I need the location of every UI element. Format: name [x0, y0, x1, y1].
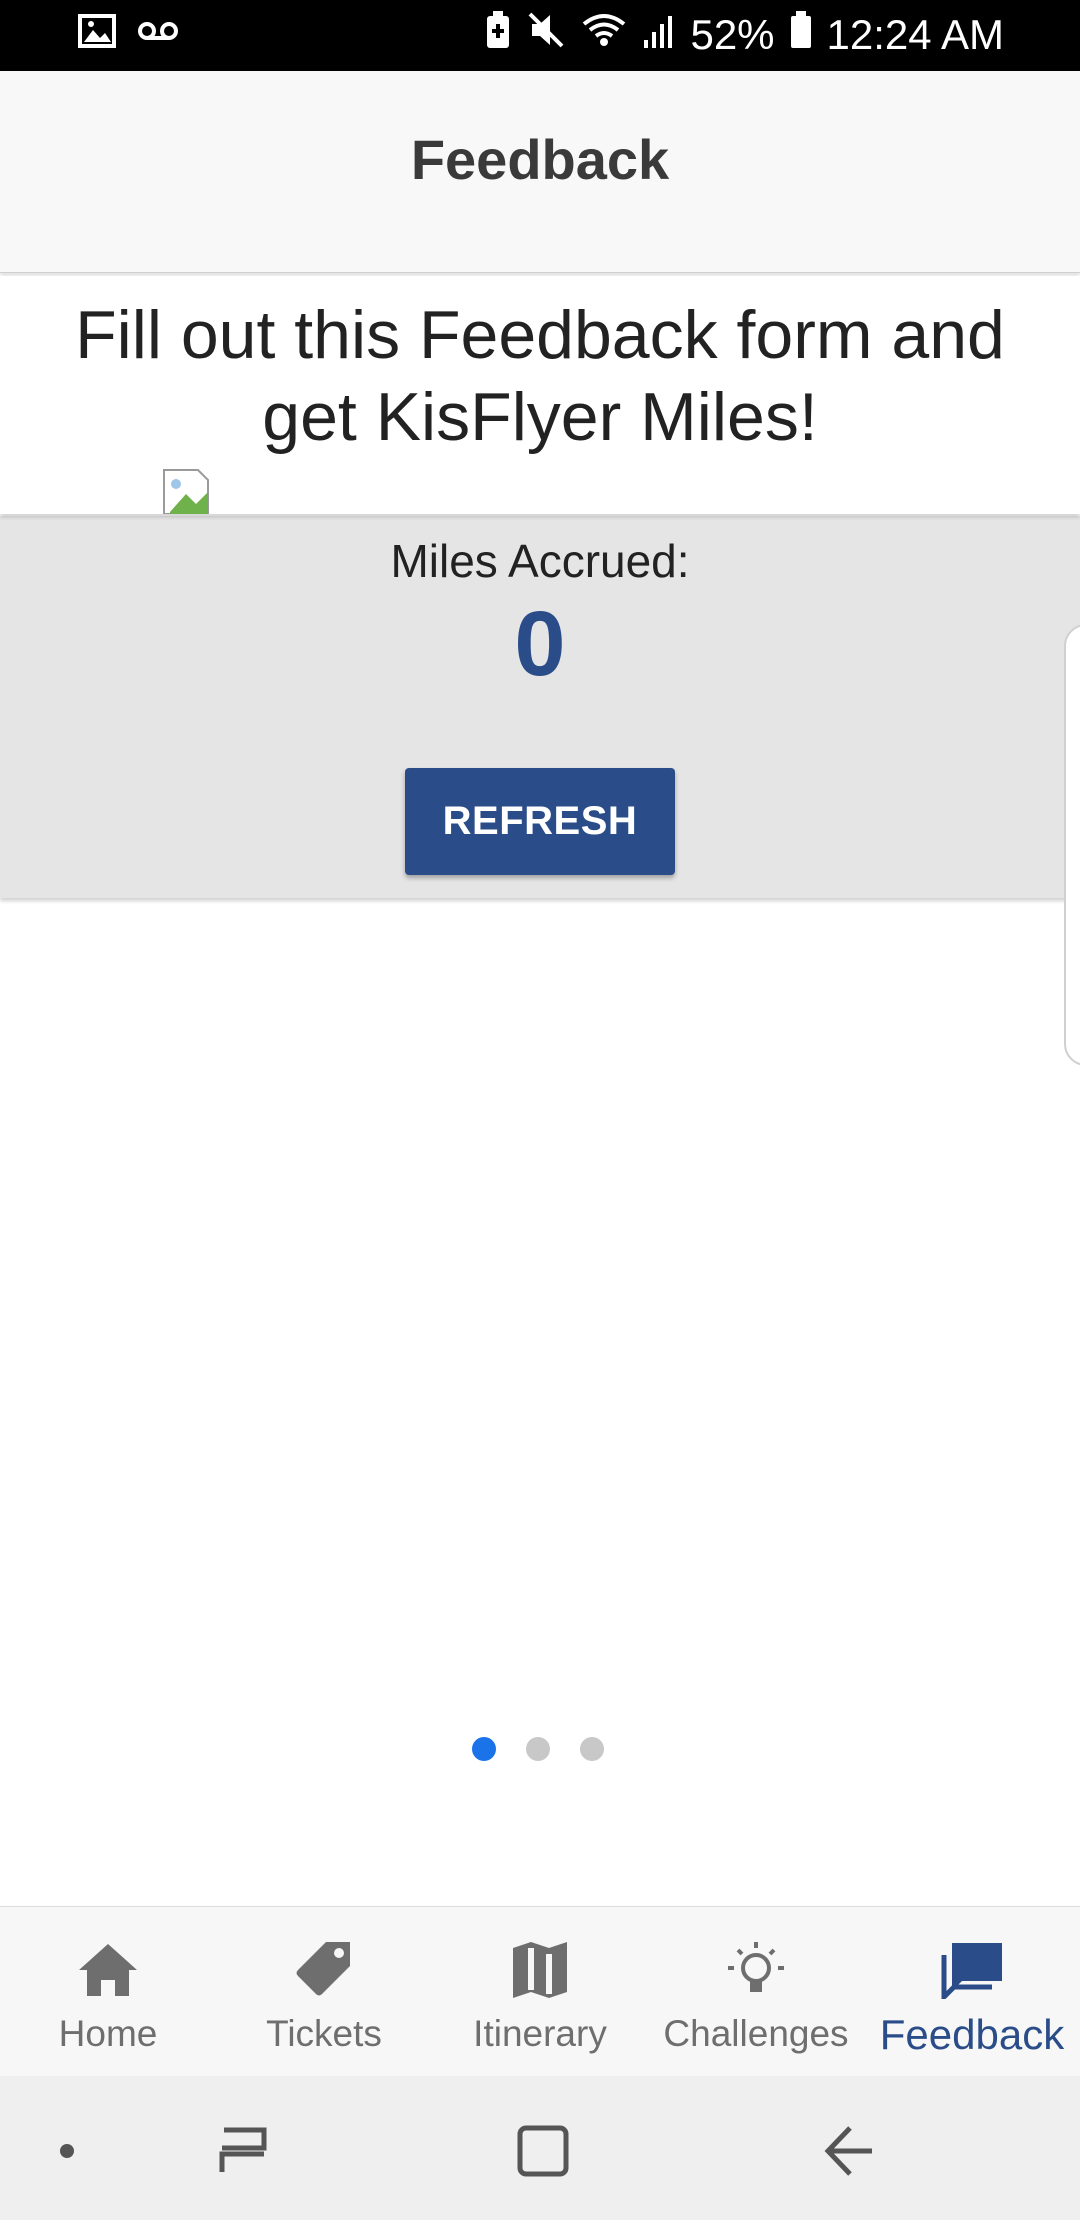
bottom-navigation: Home Tickets Itinerary Challenges Feedba…	[0, 1906, 1080, 2077]
nav-label-challenges: Challenges	[663, 2013, 849, 2054]
broken-image-icon	[162, 468, 210, 514]
nav-item-home[interactable]: Home	[0, 1907, 216, 2077]
headline-line-2: get KisFlyer Miles!	[262, 379, 818, 455]
nav-label-feedback: Feedback	[879, 2011, 1065, 2058]
miles-value: 0	[514, 593, 566, 695]
clock: 12:24 AM	[826, 11, 1004, 58]
battery-percent: 52%	[690, 11, 775, 58]
recent-apps-icon[interactable]	[216, 2126, 270, 2181]
wifi-icon	[580, 10, 628, 60]
headline: Fill out this Feedback form and get KisF…	[0, 294, 1080, 458]
refresh-button[interactable]: REFRESH	[405, 768, 675, 875]
gallery-icon	[78, 14, 116, 53]
nav-label-home: Home	[58, 2013, 158, 2054]
app-bar: Feedback	[0, 71, 1080, 273]
nav-label-itinerary: Itinerary	[473, 2013, 607, 2054]
pager-dot-2[interactable]	[526, 1737, 550, 1761]
miles-panel: Miles Accrued: 0 REFRESH	[0, 516, 1080, 898]
nav-item-challenges[interactable]: Challenges	[648, 1907, 864, 2077]
nav-label-tickets: Tickets	[266, 2013, 382, 2054]
signal-icon	[642, 10, 676, 60]
nav-item-feedback[interactable]: Feedback	[864, 1907, 1080, 2077]
headline-card: Fill out this Feedback form and get KisF…	[0, 276, 1080, 514]
miles-label: Miles Accrued:	[390, 535, 690, 587]
assistant-dot-icon[interactable]	[58, 2142, 76, 2165]
pager-dot-1[interactable]	[472, 1737, 496, 1761]
nav-item-itinerary[interactable]: Itinerary	[432, 1907, 648, 2077]
voicemail-icon	[138, 19, 178, 48]
home-icon	[77, 1935, 139, 2005]
nav-item-tickets[interactable]: Tickets	[216, 1907, 432, 2077]
chat-icon	[940, 1935, 1004, 2005]
headline-line-1: Fill out this Feedback form and	[75, 297, 1005, 373]
back-arrow-icon[interactable]	[822, 2124, 874, 2183]
lightbulb-icon	[724, 1935, 788, 2005]
side-drawer-handle[interactable]	[1064, 624, 1080, 1066]
pager-dots	[472, 1737, 604, 1761]
system-nav-bar	[0, 2076, 1080, 2220]
tag-icon	[294, 1935, 354, 2005]
pager-dot-3[interactable]	[580, 1737, 604, 1761]
home-square-icon[interactable]	[516, 2124, 570, 2183]
map-icon	[511, 1935, 569, 2005]
page-title: Feedback	[410, 128, 670, 191]
battery-icon	[789, 10, 813, 60]
mute-icon	[526, 10, 566, 60]
status-bar: 52% 12:24 AM	[0, 0, 1080, 71]
battery-saver-icon	[484, 10, 512, 60]
